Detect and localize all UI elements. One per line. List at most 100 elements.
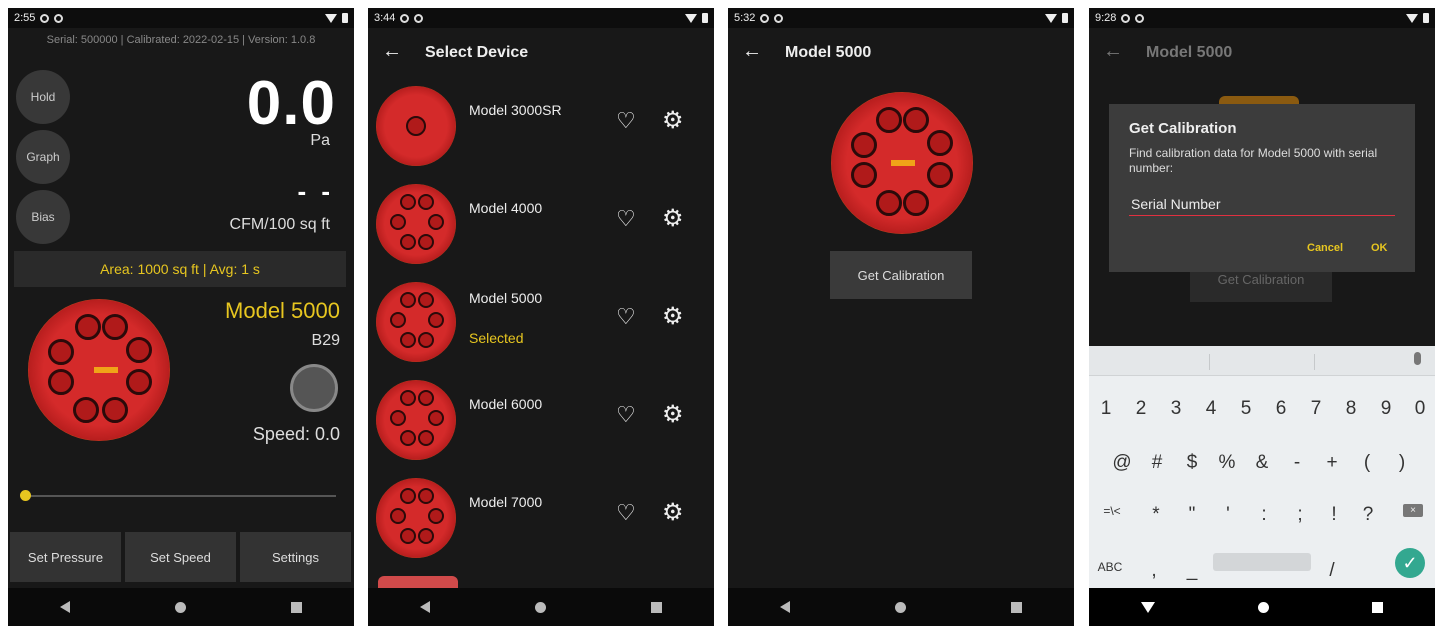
recents-icon[interactable] [1010,601,1022,613]
recents-icon[interactable] [290,601,302,613]
back-icon[interactable] [1140,601,1155,613]
device-row[interactable]: Model 3000SR ♡ ⚙ [368,78,714,176]
graph-button[interactable]: Graph [16,130,70,184]
favorite-icon[interactable]: ♡ [616,108,636,134]
set-pressure-button[interactable]: Set Pressure [10,532,121,582]
key[interactable]: % [1212,452,1242,474]
wifi-icon [1406,13,1418,23]
key[interactable]: 2 [1126,398,1156,420]
key[interactable]: _ [1177,560,1207,582]
key[interactable]: 7 [1301,398,1331,420]
device-name: Model 6000 [469,396,543,412]
key[interactable]: , [1139,560,1169,582]
key[interactable]: @ [1107,452,1137,474]
model-name[interactable]: Model 5000 [225,298,340,324]
key[interactable]: 5 [1231,398,1261,420]
mic-icon[interactable] [1414,352,1421,365]
key[interactable]: ( [1352,452,1382,474]
app-notification-icon [414,13,424,23]
key[interactable]: 0 [1405,398,1435,420]
key[interactable]: / [1317,560,1347,582]
enter-check-icon[interactable]: ✓ [1395,548,1425,578]
screen-main: 2:55 Serial: 500000 | Calibrated: 2022-0… [8,8,354,626]
key[interactable]: 4 [1196,398,1226,420]
ok-button[interactable]: OK [1371,242,1388,254]
device-image [831,92,973,234]
favorite-icon[interactable]: ♡ [616,304,636,330]
key[interactable]: 8 [1336,398,1366,420]
key[interactable]: 9 [1371,398,1401,420]
gear-icon[interactable]: ⚙ [662,204,684,233]
speed-readout: Speed: 0.0 [252,424,340,444]
home-icon[interactable] [894,601,906,613]
area-avg-bar[interactable]: Area: 1000 sq ft | Avg: 1 s [14,251,346,287]
key[interactable]: - [1282,452,1312,474]
device-image [376,478,456,558]
pressure-unit: Pa [310,132,330,149]
gear-icon[interactable]: ⚙ [662,400,684,429]
key[interactable]: # [1142,452,1172,474]
selected-label: Selected [469,330,524,346]
device-row[interactable]: Model 6000 ♡ ⚙ [368,372,714,470]
keyboard: ✓ × 1 2 3 4 5 6 7 8 9 0 @ # $% & - +() =\< * " ':;!? ABC, _ / [1089,346,1435,588]
status-time: 9:28 [1095,12,1117,24]
key[interactable]: 1 [1091,398,1121,420]
space-key[interactable] [1213,553,1311,571]
suggestion-bar [1089,346,1435,376]
status-bar: 3:44 [368,8,714,28]
key[interactable]: : [1249,504,1279,526]
sim-icon [400,13,410,23]
device-row[interactable]: Model 5000 Selected ♡ ⚙ [368,274,714,372]
key[interactable]: ) [1387,452,1417,474]
key[interactable]: ' [1213,504,1243,526]
favorite-icon[interactable]: ♡ [616,402,636,428]
key[interactable]: ! [1319,504,1349,526]
device-row[interactable]: Model 7000 ♡ ⚙ [368,470,714,568]
flow-value: - - [297,176,334,206]
key[interactable]: * [1141,504,1171,526]
speed-slider-knob[interactable] [20,490,31,501]
gear-icon[interactable]: ⚙ [662,498,684,527]
hold-button[interactable]: Hold [16,70,70,124]
key[interactable]: ; [1285,504,1315,526]
key[interactable]: ? [1353,504,1383,526]
sim-icon [1121,13,1131,23]
device-row[interactable]: Model 4000 ♡ ⚙ [368,176,714,274]
flow-ring[interactable]: B29 [312,332,340,350]
home-icon[interactable] [534,601,546,613]
fan-icon [290,364,338,412]
key[interactable]: =\< [1097,504,1127,518]
key[interactable]: " [1177,504,1207,526]
backspace-icon[interactable]: × [1403,504,1423,517]
home-icon[interactable] [1257,601,1269,613]
fan-image[interactable] [28,299,170,441]
home-icon[interactable] [174,601,186,613]
recents-icon[interactable] [650,601,662,613]
back-arrow-icon[interactable]: ← [742,40,762,63]
device-name: Model 7000 [469,494,543,510]
set-speed-button[interactable]: Set Speed [125,532,236,582]
serial-number-input[interactable]: Serial Number [1129,196,1395,216]
settings-button[interactable]: Settings [240,532,351,582]
back-arrow-icon[interactable]: ← [382,40,402,63]
key[interactable]: + [1317,452,1347,474]
key[interactable]: ABC [1095,560,1125,574]
cancel-button[interactable]: Cancel [1307,242,1343,254]
key[interactable]: & [1247,452,1277,474]
back-icon[interactable] [60,601,71,613]
favorite-icon[interactable]: ♡ [616,206,636,232]
status-bar: 5:32 [728,8,1074,28]
key[interactable]: 3 [1161,398,1191,420]
back-icon[interactable] [420,601,431,613]
favorite-icon[interactable]: ♡ [616,500,636,526]
recents-icon[interactable] [1372,601,1384,613]
gear-icon[interactable]: ⚙ [662,106,684,135]
key[interactable]: 6 [1266,398,1296,420]
get-calibration-button[interactable]: Get Calibration [830,251,972,299]
back-icon[interactable] [780,601,791,613]
key[interactable]: $ [1177,452,1207,474]
speed-slider-track[interactable] [22,495,336,497]
flow-unit: CFM/100 sq ft [229,216,330,233]
gear-icon[interactable]: ⚙ [662,302,684,331]
bias-button[interactable]: Bias [16,190,70,244]
